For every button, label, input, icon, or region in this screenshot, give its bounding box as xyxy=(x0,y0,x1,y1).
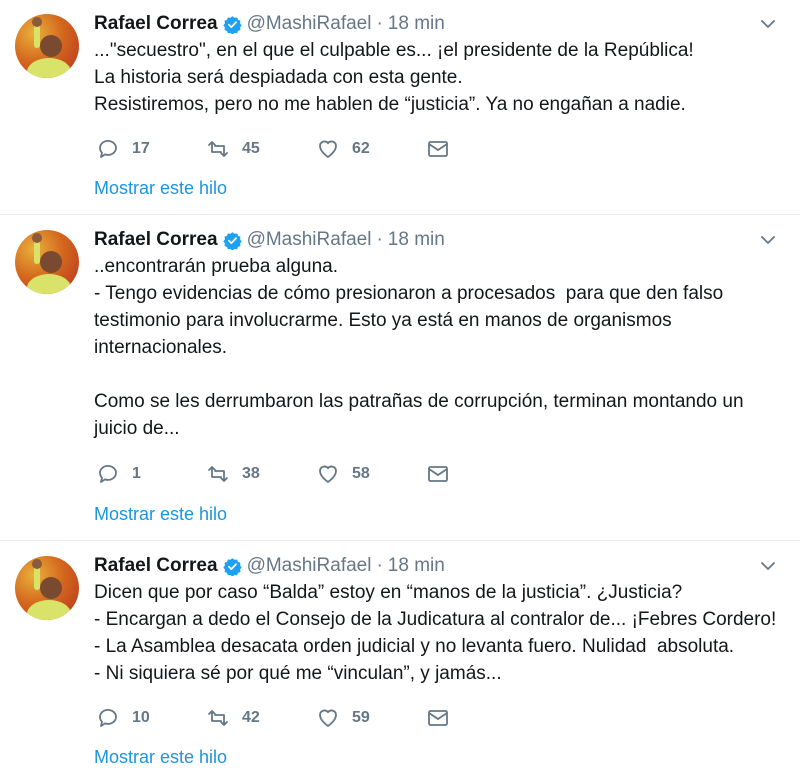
tweet-text: ..."secuestro", en el que el culpable es… xyxy=(94,40,694,115)
retweet-count: 38 xyxy=(242,465,260,482)
show-thread-link[interactable]: Mostrar este hilo xyxy=(94,504,227,525)
heart-icon xyxy=(319,465,337,483)
tweet-header: Rafael Correa @MashiRafael · 18 min xyxy=(94,552,445,580)
tweet-header: Rafael Correa @MashiRafael · 18 min xyxy=(94,10,445,38)
retweet-button[interactable]: 45 xyxy=(206,137,316,161)
like-button[interactable]: 59 xyxy=(316,706,426,730)
timestamp[interactable]: 18 min xyxy=(388,229,445,251)
tweet[interactable]: Rafael Correa @MashiRafael · 18 min ..en… xyxy=(0,216,800,541)
chevron-down-icon[interactable] xyxy=(760,232,776,248)
tweet-text: ..encontrarán prueba alguna. - Tengo evi… xyxy=(94,256,744,439)
heart-icon xyxy=(319,140,337,158)
reply-button[interactable]: 10 xyxy=(96,706,206,730)
separator-dot: · xyxy=(376,229,383,250)
chevron-down-icon[interactable] xyxy=(760,558,776,574)
reply-button[interactable]: 17 xyxy=(96,137,206,161)
retweet-count: 45 xyxy=(242,140,260,157)
direct-message-button[interactable] xyxy=(426,137,450,161)
retweet-button[interactable]: 38 xyxy=(206,462,316,486)
tweet-header: Rafael Correa @MashiRafael · 18 min xyxy=(94,226,445,254)
chevron-down-icon[interactable] xyxy=(760,16,776,32)
timestamp[interactable]: 18 min xyxy=(388,555,445,577)
like-count: 62 xyxy=(352,140,370,157)
retweet-icon xyxy=(208,466,228,482)
envelope-icon xyxy=(428,466,448,482)
author-handle[interactable]: @MashiRafael xyxy=(247,555,372,577)
envelope-icon xyxy=(428,710,448,726)
author-name[interactable]: Rafael Correa xyxy=(94,229,218,251)
tweet-actions: 1 38 58 xyxy=(96,462,450,486)
heart-icon xyxy=(319,709,337,727)
show-thread-link[interactable]: Mostrar este hilo xyxy=(94,178,227,199)
tweet-feed: Rafael Correa @MashiRafael · 18 min ..."… xyxy=(0,0,800,780)
tweet-actions: 10 42 59 xyxy=(96,706,450,730)
avatar[interactable] xyxy=(15,556,79,620)
reply-count: 10 xyxy=(132,709,150,726)
like-count: 58 xyxy=(352,465,370,482)
envelope-icon xyxy=(428,141,448,157)
reply-icon xyxy=(99,709,117,727)
avatar[interactable] xyxy=(15,230,79,294)
verified-badge-icon xyxy=(222,557,242,576)
direct-message-button[interactable] xyxy=(426,706,450,730)
like-button[interactable]: 58 xyxy=(316,462,426,486)
separator-dot: · xyxy=(376,13,383,34)
separator-dot: · xyxy=(376,555,383,576)
author-name[interactable]: Rafael Correa xyxy=(94,555,218,577)
reply-icon xyxy=(99,465,117,483)
tweet[interactable]: Rafael Correa @MashiRafael · 18 min Dice… xyxy=(0,542,800,780)
avatar[interactable] xyxy=(15,14,79,78)
retweet-icon xyxy=(208,710,228,726)
reply-count: 17 xyxy=(132,140,150,157)
author-handle[interactable]: @MashiRafael xyxy=(247,229,372,251)
verified-badge-icon xyxy=(222,231,242,250)
tweet-actions: 17 45 62 xyxy=(96,137,450,161)
direct-message-button[interactable] xyxy=(426,462,450,486)
retweet-count: 42 xyxy=(242,709,260,726)
author-handle[interactable]: @MashiRafael xyxy=(247,13,372,35)
retweet-icon xyxy=(208,141,228,157)
like-button[interactable]: 62 xyxy=(316,137,426,161)
author-name[interactable]: Rafael Correa xyxy=(94,13,218,35)
show-thread-link[interactable]: Mostrar este hilo xyxy=(94,747,227,768)
verified-badge-icon xyxy=(222,15,242,34)
tweet-text: Dicen que por caso “Balda” estoy en “man… xyxy=(94,582,777,684)
timestamp[interactable]: 18 min xyxy=(388,13,445,35)
tweet[interactable]: Rafael Correa @MashiRafael · 18 min ..."… xyxy=(0,0,800,215)
reply-button[interactable]: 1 xyxy=(96,462,206,486)
retweet-button[interactable]: 42 xyxy=(206,706,316,730)
reply-icon xyxy=(99,140,117,158)
reply-count: 1 xyxy=(132,465,141,482)
like-count: 59 xyxy=(352,709,370,726)
